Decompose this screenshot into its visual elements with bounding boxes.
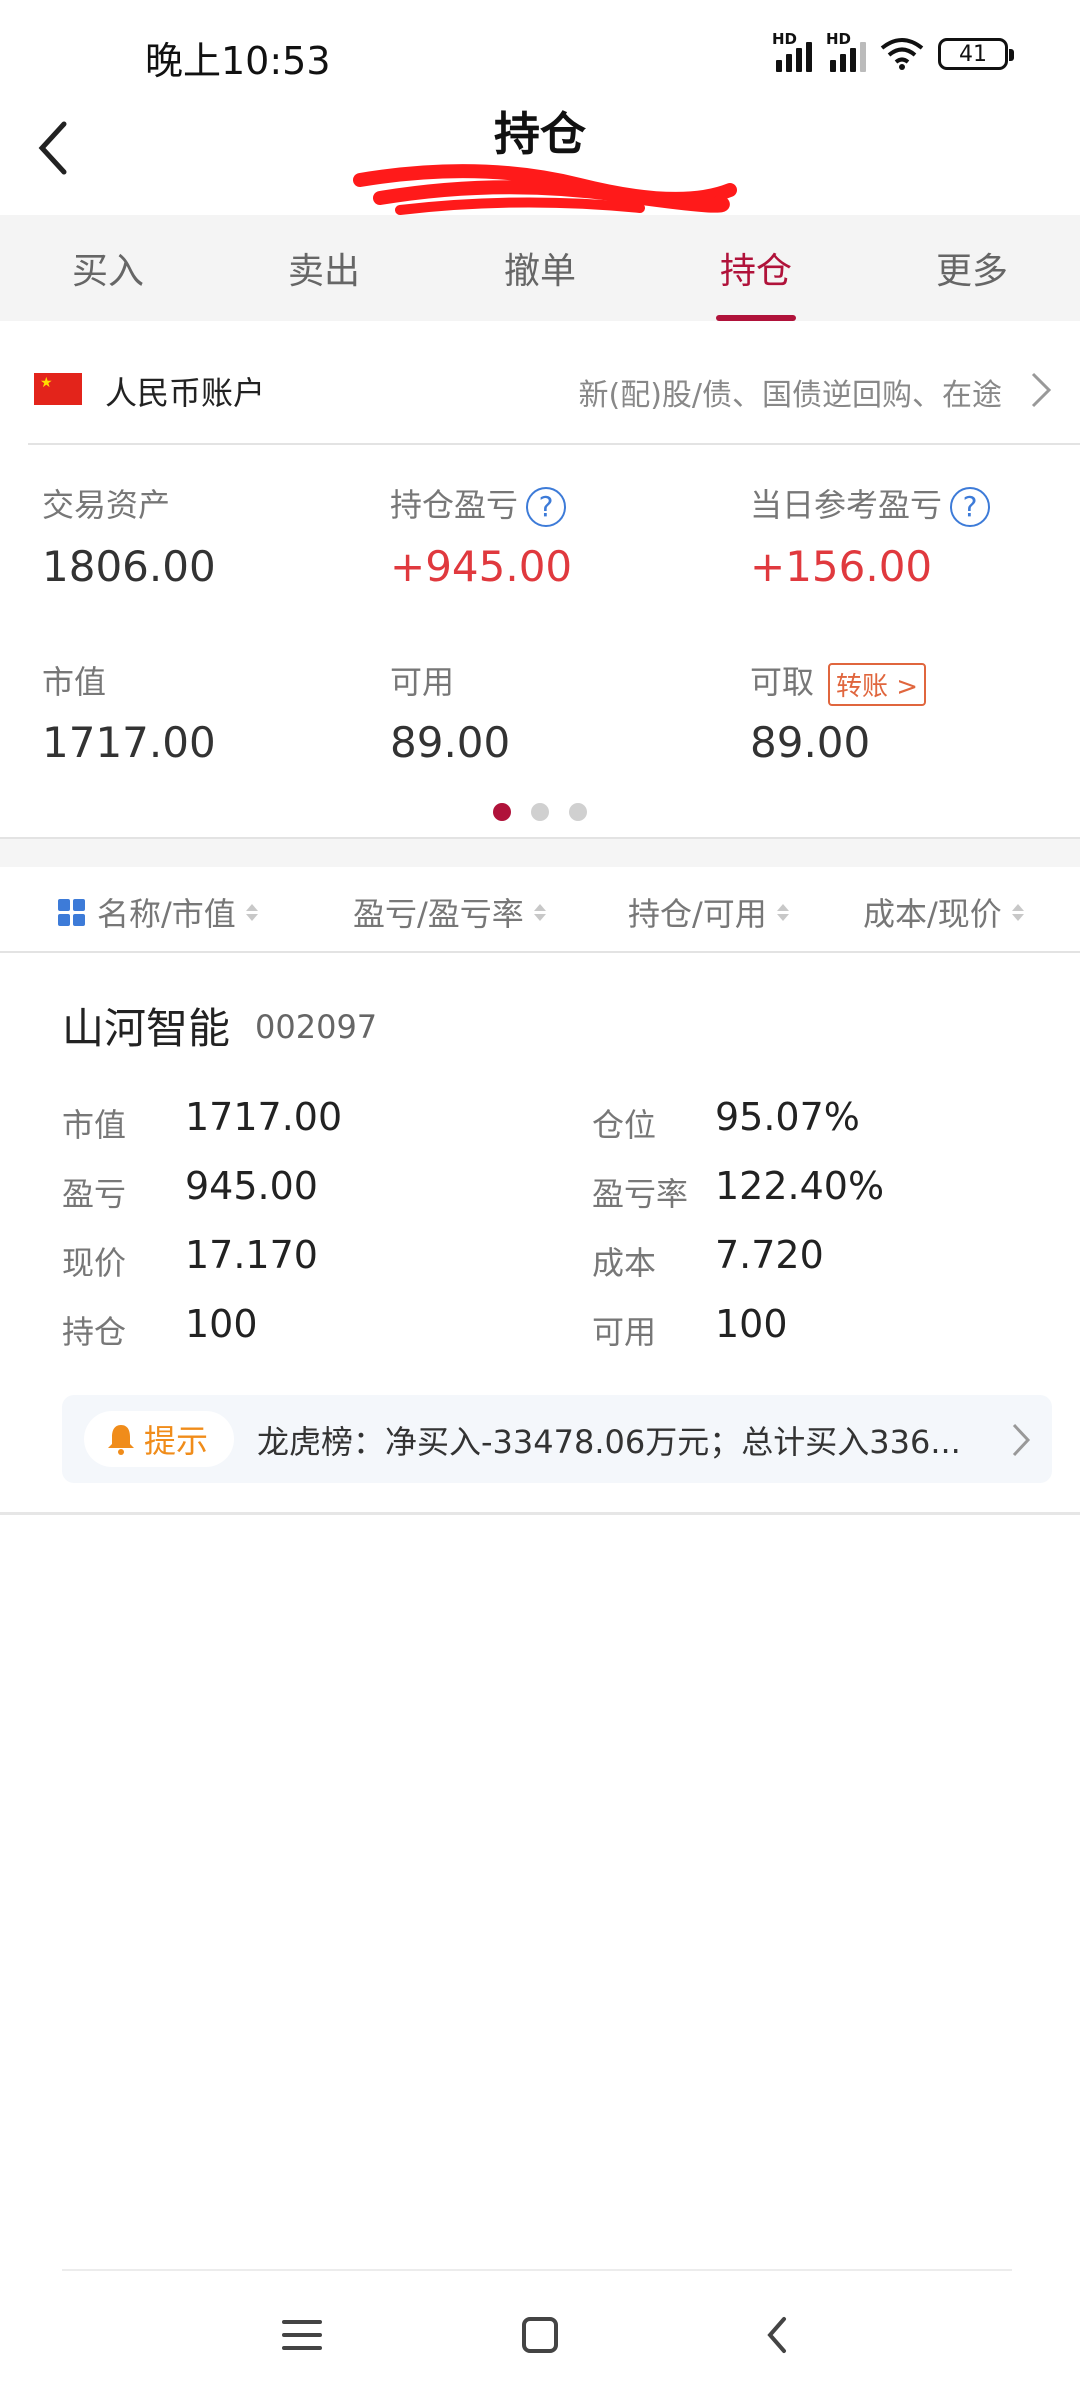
column-position-available[interactable]: 持仓/可用 [628, 889, 789, 935]
current-price: 17.170 [185, 1233, 318, 1277]
tab-bar: 买入 卖出 撤单 持仓 更多 [0, 215, 1080, 321]
tip-badge: 提示 [84, 1411, 234, 1467]
status-time: 晚上10:53 [145, 39, 331, 83]
column-cost-price[interactable]: 成本/现价 [863, 889, 1024, 935]
column-pl-rate[interactable]: 盈亏/盈亏率 [353, 889, 546, 935]
tip-text: 龙虎榜：净买入-33478.06万元；总计买入336... [257, 1423, 961, 1461]
menu-icon[interactable] [272, 2305, 332, 2365]
page-dot [531, 803, 549, 821]
account-row[interactable]: ★ 人民币账户 新(配)股/债、国债逆回购、在途 [0, 335, 1080, 445]
trade-assets-label: 交易资产 [42, 486, 171, 524]
column-headers: 名称/市值 盈亏/盈亏率 持仓/可用 成本/现价 [0, 867, 1080, 953]
sort-icon [776, 903, 789, 921]
page-dot [569, 803, 587, 821]
page-dot-active [493, 803, 511, 821]
divider [0, 1512, 1080, 1515]
position-ratio: 95.07% [715, 1095, 860, 1139]
daily-pl-label: 当日参考盈亏? [750, 480, 991, 527]
market-value: 1717.00 [185, 1095, 343, 1139]
stock-name: 山河智能 [62, 1004, 231, 1053]
system-nav-bar [0, 2295, 1080, 2375]
stock-code: 002097 [255, 1008, 378, 1046]
tab-sell[interactable]: 卖出 [216, 215, 432, 321]
page-indicator [0, 803, 1080, 821]
sort-icon [533, 903, 546, 921]
market-value-label: 市值 [42, 663, 107, 701]
bell-icon [108, 1425, 134, 1455]
back-icon[interactable] [748, 2305, 808, 2365]
signal-icon: HD [772, 30, 812, 72]
battery-icon: 41 [938, 38, 1014, 70]
field-label: 仓位 [592, 1106, 657, 1144]
profit-loss-rate: 122.40% [715, 1164, 885, 1208]
column-name-market-value[interactable]: 名称/市值 [58, 889, 258, 935]
chevron-right-icon [1031, 372, 1052, 408]
field-label: 可用 [592, 1313, 657, 1351]
field-label: 持仓 [62, 1313, 127, 1351]
tab-more[interactable]: 更多 [864, 215, 1080, 321]
withdrawable-label: 可取 转账 > [750, 657, 927, 706]
help-icon[interactable]: ? [950, 487, 991, 527]
divider [28, 443, 1080, 445]
cost-price: 7.720 [715, 1233, 824, 1277]
daily-pl-value: +156.00 [750, 542, 933, 591]
status-icons: HD HD 41 [772, 30, 1014, 72]
nav-divider [62, 2269, 1012, 2271]
china-flag-icon: ★ [34, 373, 82, 405]
home-icon[interactable] [510, 2305, 570, 2365]
wifi-icon [880, 38, 924, 70]
field-label: 成本 [592, 1244, 657, 1282]
section-gap [0, 837, 1080, 867]
tab-cancel-order[interactable]: 撤单 [432, 215, 648, 321]
holding-quantity: 100 [185, 1302, 258, 1346]
available-value: 89.00 [390, 718, 511, 767]
profit-loss: 945.00 [185, 1164, 318, 1208]
header: 持仓 [0, 90, 1080, 238]
transfer-button[interactable]: 转账 > [828, 662, 927, 706]
account-description: 新(配)股/债、国债逆回购、在途 [578, 378, 1002, 413]
grid-icon[interactable] [58, 898, 85, 926]
sort-icon [1011, 903, 1024, 921]
field-label: 现价 [62, 1244, 127, 1282]
tab-holdings[interactable]: 持仓 [648, 215, 864, 321]
help-icon[interactable]: ? [526, 487, 567, 527]
tip-bar[interactable]: 提示 龙虎榜：净买入-33478.06万元；总计买入336... [62, 1395, 1052, 1483]
field-label: 市值 [62, 1106, 127, 1144]
chevron-right-icon [1012, 1423, 1031, 1457]
position-pl-value: +945.00 [390, 542, 573, 591]
signal-icon: HD [826, 30, 866, 72]
available-label: 可用 [390, 663, 455, 701]
available-quantity: 100 [715, 1302, 788, 1346]
position-pl-label: 持仓盈亏? [390, 480, 567, 527]
withdrawable-value: 89.00 [750, 718, 871, 767]
tab-buy[interactable]: 买入 [0, 215, 216, 321]
market-value-value: 1717.00 [42, 718, 216, 767]
field-label: 盈亏率 [592, 1175, 689, 1213]
trade-assets-value: 1806.00 [42, 542, 216, 591]
sort-icon [245, 903, 258, 921]
field-label: 盈亏 [62, 1175, 127, 1213]
account-label: 人民币账户 [105, 374, 266, 412]
